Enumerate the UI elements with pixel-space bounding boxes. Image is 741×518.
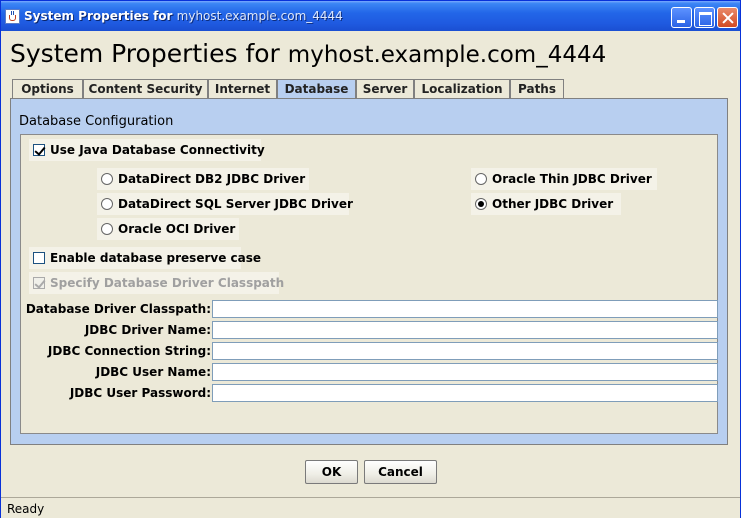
section-title: Database Configuration [19, 114, 174, 129]
tab-paths[interactable]: Paths [510, 79, 564, 99]
connection-string-label: JDBC Connection String: [47, 344, 211, 358]
maximize-button[interactable] [694, 7, 715, 28]
title-bar[interactable]: System Properties for myhost.example.com… [1, 1, 740, 31]
tab-internet[interactable]: Internet [208, 79, 277, 99]
radio-indicator [101, 198, 113, 210]
status-text: Ready [7, 502, 45, 516]
use-jdbc-checkbox[interactable]: Use Java Database Connectivity [29, 139, 265, 161]
java-cup-icon [5, 9, 20, 24]
driver-classpath-label: Database Driver Classpath: [25, 302, 211, 316]
driver-name-label: JDBC Driver Name: [84, 323, 211, 337]
tab-database[interactable]: Database [277, 79, 356, 100]
system-properties-window: System Properties for myhost.example.com… [0, 0, 741, 518]
radio-indicator [101, 223, 113, 235]
radio-oracle-oci[interactable]: Oracle OCI Driver [97, 218, 239, 240]
preserve-case-check-box [33, 252, 45, 264]
specify-classpath-checkbox[interactable]: Specify Database Driver Classpath [29, 272, 284, 294]
database-config-group: Use Java Database Connectivity DataDirec… [20, 134, 718, 434]
database-tab-panel: Database Configuration Use Java Database… [10, 98, 728, 445]
close-button[interactable] [717, 7, 738, 28]
specify-classpath-check-mark [33, 277, 45, 289]
tab-content-security[interactable]: Content Security [83, 79, 208, 99]
user-name-label: JDBC User Name: [95, 365, 211, 379]
radio-other-jdbc[interactable]: Other JDBC Driver [471, 193, 621, 215]
radio-indicator-selected [475, 198, 487, 210]
user-password-label: JDBC User Password: [69, 386, 211, 400]
use-jdbc-check-mark [33, 144, 45, 156]
tab-options[interactable]: Options [12, 79, 83, 99]
radio-datadirect-sqlserver[interactable]: DataDirect SQL Server JDBC Driver [97, 193, 353, 215]
radio-indicator [475, 173, 487, 185]
minimize-button[interactable] [671, 7, 692, 28]
cancel-button[interactable]: Cancel [364, 460, 437, 484]
page-title: System Properties for myhost.example.com… [10, 39, 607, 68]
user-name-input[interactable] [212, 363, 718, 381]
ok-button[interactable]: OK [305, 460, 358, 484]
tab-localization[interactable]: Localization [414, 79, 510, 99]
user-password-input[interactable] [212, 384, 718, 402]
radio-datadirect-db2[interactable]: DataDirect DB2 JDBC Driver [97, 168, 309, 190]
radio-oracle-thin[interactable]: Oracle Thin JDBC Driver [471, 168, 657, 190]
window-title: System Properties for myhost.example.com… [24, 9, 343, 23]
tab-server[interactable]: Server [356, 79, 414, 99]
radio-indicator [101, 173, 113, 185]
preserve-case-checkbox[interactable]: Enable database preserve case [29, 247, 261, 269]
driver-classpath-input[interactable] [212, 300, 718, 318]
status-bar: Ready [1, 497, 740, 518]
driver-name-input[interactable] [212, 321, 718, 339]
connection-string-input[interactable] [212, 342, 718, 360]
